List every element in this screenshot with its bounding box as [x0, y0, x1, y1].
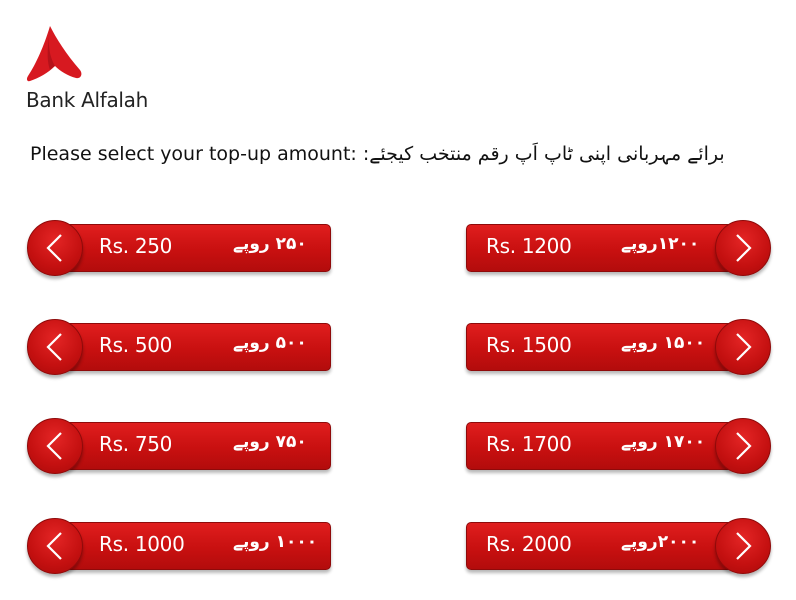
topup-prompt: Please select your top-up amount: برائے … — [30, 143, 775, 165]
amount-label-english: Rs. 2000 — [486, 532, 572, 556]
chevron-right-icon — [736, 234, 752, 262]
amount-label-english: Rs. 1000 — [99, 532, 185, 556]
amount-label-urdu: ۷۵۰ روپے — [233, 432, 307, 452]
amount-label-urdu: ۵۰۰ روپے — [233, 333, 307, 353]
amount-button-1500[interactable]: Rs. 1500 ۱۵۰۰ روپے — [466, 319, 771, 375]
prompt-english: Please select your top-up amount: — [30, 143, 357, 165]
amount-label-english: Rs. 750 — [99, 432, 173, 456]
bank-alfalah-logo-icon — [26, 26, 82, 82]
arrow-circle[interactable] — [715, 319, 771, 375]
amount-button-500[interactable]: Rs. 500 ۵۰۰ روپے — [27, 319, 331, 375]
amount-label-urdu: ۱۰۰۰ روپے — [233, 532, 318, 552]
amount-label-urdu: ۱۷۰۰ روپے — [621, 432, 706, 452]
chevron-left-icon — [46, 432, 62, 460]
amount-button-1700[interactable]: Rs. 1700 ۱۷۰۰ روپے — [466, 418, 771, 474]
bank-name: Bank Alfalah — [26, 88, 149, 112]
chevron-left-icon — [46, 333, 62, 361]
arrow-circle[interactable] — [27, 220, 83, 276]
amount-button-1000[interactable]: Rs. 1000 ۱۰۰۰ روپے — [27, 518, 331, 574]
amount-label-english: Rs. 1500 — [486, 333, 572, 357]
amount-label-urdu: ۱۲۰۰روپے — [621, 234, 700, 254]
chevron-left-icon — [46, 532, 62, 560]
amount-label-english: Rs. 1700 — [486, 432, 572, 456]
bank-logo: Bank Alfalah — [26, 26, 176, 116]
amount-button-250[interactable]: Rs. 250 ۲۵۰ روپے — [27, 220, 331, 276]
arrow-circle[interactable] — [27, 319, 83, 375]
amount-label-urdu: ۲۵۰ روپے — [233, 234, 307, 254]
topup-screen: Bank Alfalah Please select your top-up a… — [0, 0, 796, 600]
amount-label-urdu: ۲۰۰۰روپے — [621, 532, 700, 552]
arrow-circle[interactable] — [715, 418, 771, 474]
amount-button-750[interactable]: Rs. 750 ۷۵۰ روپے — [27, 418, 331, 474]
amount-label-english: Rs. 250 — [99, 234, 173, 258]
arrow-circle[interactable] — [27, 518, 83, 574]
prompt-urdu: برائے مہربانی اپنی ٹاپ اَپ رقم منتخب کیج… — [362, 143, 725, 165]
amount-label-urdu: ۱۵۰۰ روپے — [621, 333, 706, 353]
amount-label-english: Rs. 500 — [99, 333, 173, 357]
chevron-left-icon — [46, 234, 62, 262]
arrow-circle[interactable] — [715, 518, 771, 574]
arrow-circle[interactable] — [715, 220, 771, 276]
chevron-right-icon — [736, 333, 752, 361]
amount-button-2000[interactable]: Rs. 2000 ۲۰۰۰روپے — [466, 518, 771, 574]
amount-label-english: Rs. 1200 — [486, 234, 572, 258]
chevron-right-icon — [736, 532, 752, 560]
amount-button-1200[interactable]: Rs. 1200 ۱۲۰۰روپے — [466, 220, 771, 276]
arrow-circle[interactable] — [27, 418, 83, 474]
chevron-right-icon — [736, 432, 752, 460]
